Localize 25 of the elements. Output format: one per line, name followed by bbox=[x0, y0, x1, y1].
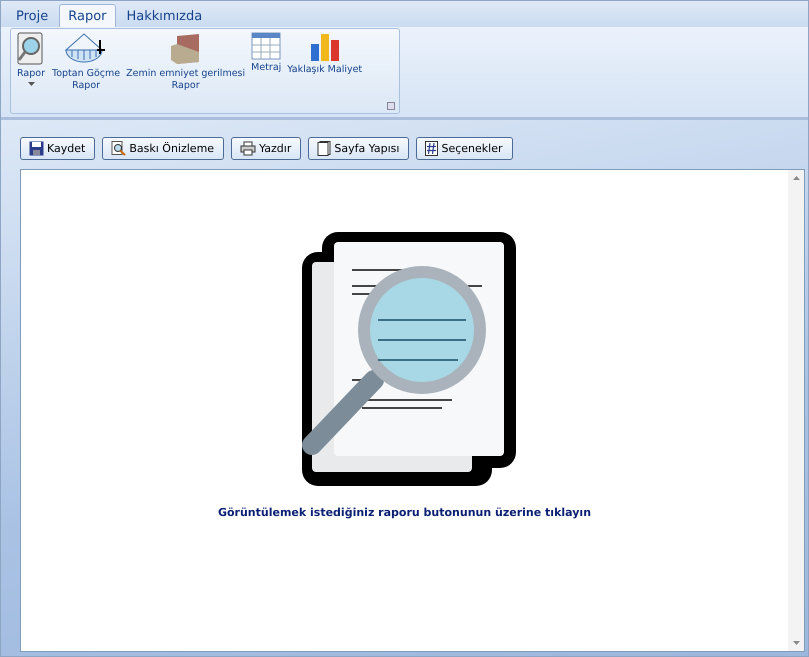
magnifier-page-icon bbox=[111, 141, 126, 156]
toolbar-button[interactable]: Kaydet bbox=[20, 137, 96, 160]
ribbon-button[interactable]: Toptan Göçme Rapor bbox=[51, 32, 122, 92]
scrollbar[interactable] bbox=[788, 170, 804, 651]
scroll-down-icon bbox=[792, 641, 800, 645]
ribbon-tab[interactable]: Hakkımızda bbox=[118, 4, 212, 27]
toolbar-button[interactable]: Seçenekler bbox=[416, 137, 512, 160]
hash-icon bbox=[425, 141, 438, 156]
dialog-launcher-icon bbox=[387, 102, 395, 110]
ribbon-button[interactable]: Yaklaşık Maliyet bbox=[286, 32, 364, 76]
page-icon bbox=[317, 141, 332, 156]
ribbon-button[interactable]: Rapor bbox=[15, 32, 47, 86]
instruction-text: Görüntülemek istediğiniz raporu butonunun üzerine tıklayın bbox=[218, 506, 592, 519]
bar-chart-icon bbox=[308, 32, 341, 62]
caret-icon bbox=[28, 82, 34, 86]
scroll-up-icon bbox=[792, 176, 800, 180]
toolbar-button[interactable]: Yazdır bbox=[231, 137, 302, 160]
ribbon-button[interactable]: Zemin emniyet gerilmesi Rapor bbox=[125, 32, 246, 92]
ribbon-tab[interactable]: Proje bbox=[7, 4, 58, 27]
table-icon bbox=[251, 32, 282, 60]
toolbar-button[interactable]: Baskı Önizleme bbox=[102, 137, 224, 160]
toolbar-button[interactable]: Sayfa Yapısı bbox=[308, 137, 410, 160]
printer-icon bbox=[240, 141, 256, 156]
ribbon-tab[interactable]: Rapor bbox=[59, 4, 116, 27]
ribbon-button[interactable]: Metraj bbox=[250, 32, 282, 74]
